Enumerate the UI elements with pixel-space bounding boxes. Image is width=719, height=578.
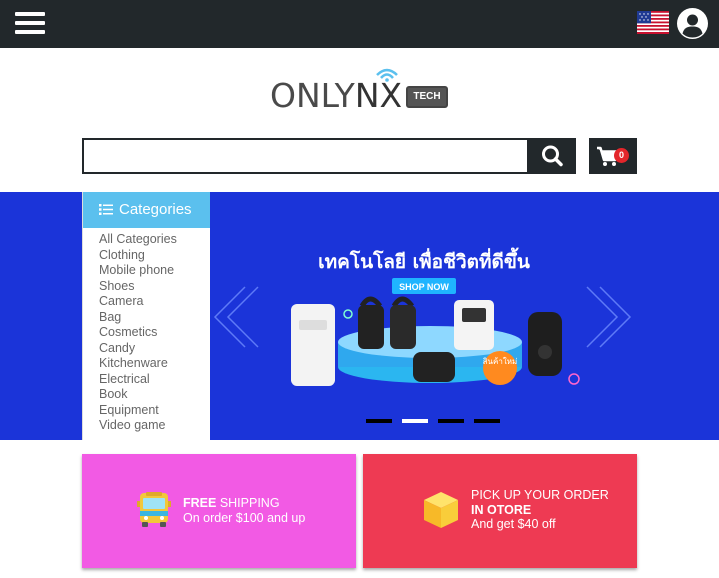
logo-text: ONLYNX bbox=[270, 76, 402, 115]
category-item[interactable]: Clothing bbox=[99, 248, 210, 264]
pickup-promo[interactable]: PICK UP YOUR ORDER IN OTORE And get $40 … bbox=[363, 454, 637, 568]
site-logo[interactable]: ONLYNX TECH bbox=[270, 66, 450, 116]
carousel-dot-3[interactable] bbox=[438, 419, 464, 423]
category-item[interactable]: Bag bbox=[99, 310, 210, 326]
free-label: FREE bbox=[183, 496, 217, 510]
banner-headline: เทคโนโลยี เพื่อชีวิตที่ดีขึ้น bbox=[318, 247, 530, 273]
list-icon bbox=[99, 204, 113, 215]
category-item[interactable]: Camera bbox=[99, 294, 210, 310]
category-item[interactable]: All Categories bbox=[99, 232, 210, 248]
category-item[interactable]: Shoes bbox=[99, 279, 210, 295]
carousel-dot-1[interactable] bbox=[366, 419, 392, 423]
search-input[interactable] bbox=[84, 140, 527, 172]
search-box bbox=[82, 138, 529, 174]
pickup-line3: And get $40 off bbox=[471, 517, 556, 531]
categories-header[interactable]: Categories bbox=[83, 192, 210, 228]
user-account-icon[interactable] bbox=[677, 8, 708, 39]
shipping-label: SHIPPING bbox=[216, 496, 280, 510]
logo-text-plain: ONLY bbox=[270, 76, 355, 115]
carousel-indicators bbox=[366, 419, 500, 423]
cart-count-badge: 0 bbox=[614, 148, 629, 163]
logo-badge: TECH bbox=[406, 86, 448, 108]
top-bar bbox=[0, 0, 719, 48]
carousel-dot-2[interactable] bbox=[402, 419, 428, 423]
banner-new-badge: สินค้าใหม่ bbox=[483, 357, 518, 366]
category-item[interactable]: Equipment bbox=[99, 403, 210, 419]
categories-title: Categories bbox=[119, 201, 192, 218]
free-shipping-promo[interactable]: FREE SHIPPING On order $100 and up bbox=[82, 454, 356, 568]
search-button[interactable] bbox=[529, 138, 576, 174]
us-flag-icon[interactable] bbox=[637, 11, 669, 34]
pickup-line2: IN OTORE bbox=[471, 502, 532, 517]
category-item[interactable]: Video game bbox=[99, 418, 210, 434]
cart-icon bbox=[597, 146, 619, 166]
category-list: All Categories Clothing Mobile phone Sho… bbox=[83, 228, 210, 434]
hamburger-menu-icon[interactable] bbox=[15, 12, 45, 36]
pickup-text: PICK UP YOUR ORDER IN OTORE And get $40 … bbox=[471, 488, 609, 532]
free-shipping-text: FREE SHIPPING On order $100 and up bbox=[183, 496, 305, 525]
carousel-dot-4[interactable] bbox=[474, 419, 500, 423]
box-icon bbox=[424, 492, 458, 528]
category-item[interactable]: Candy bbox=[99, 341, 210, 357]
category-item[interactable]: Book bbox=[99, 387, 210, 403]
shipping-condition: On order $100 and up bbox=[183, 510, 306, 525]
category-item[interactable]: Kitchenware bbox=[99, 356, 210, 372]
category-item[interactable]: Electrical bbox=[99, 372, 210, 388]
cart-button[interactable]: 0 bbox=[589, 138, 637, 174]
logo-text-accent: NX bbox=[354, 76, 403, 115]
category-panel: Categories All Categories Clothing Mobil… bbox=[82, 192, 210, 440]
shop-now-label: SHOP NOW bbox=[399, 282, 449, 292]
pickup-line1: PICK UP YOUR ORDER bbox=[471, 488, 609, 502]
search-icon bbox=[542, 145, 563, 167]
bus-icon bbox=[137, 492, 171, 527]
category-item[interactable]: Cosmetics bbox=[99, 325, 210, 341]
category-item[interactable]: Mobile phone bbox=[99, 263, 210, 279]
